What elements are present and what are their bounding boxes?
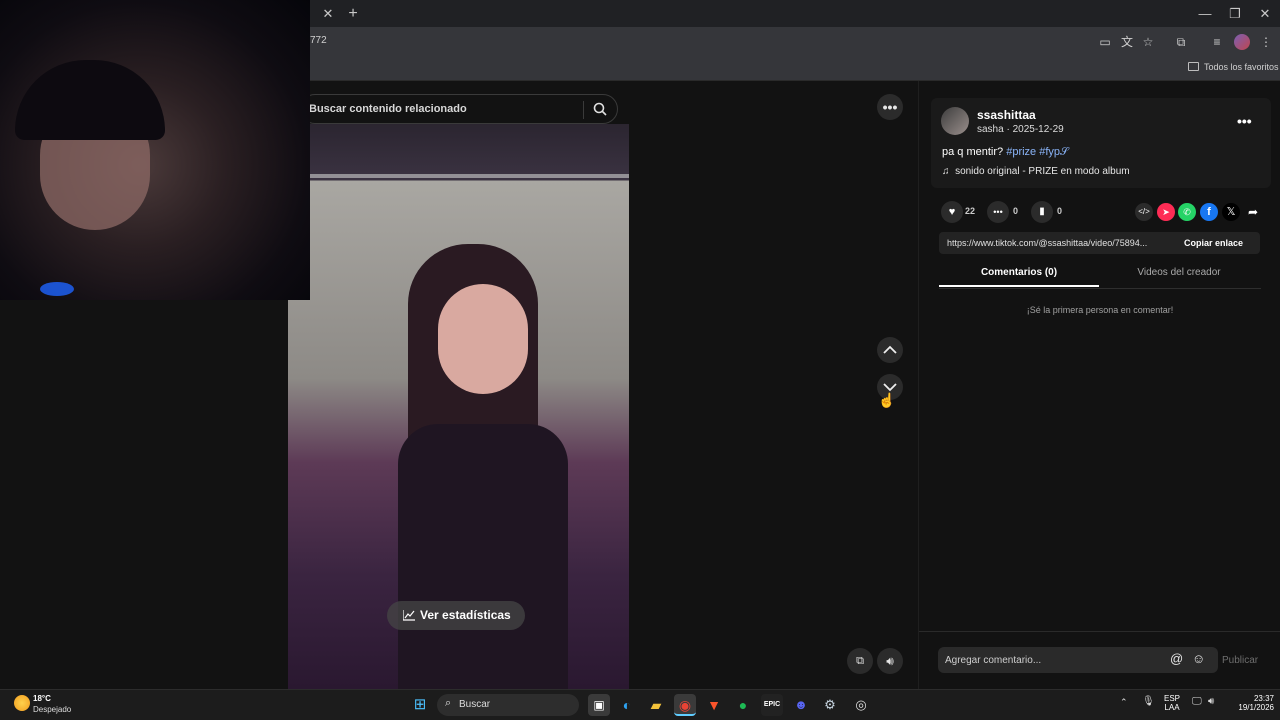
translate-icon[interactable]: 文: [1116, 31, 1138, 53]
embed-icon[interactable]: </>: [1135, 203, 1153, 221]
music-title: sonido original - PRIZE en modo album: [955, 166, 1130, 177]
video-face: [438, 284, 528, 394]
tab-comments[interactable]: Comentarios (0): [939, 267, 1099, 287]
language-layout: LAA: [1164, 703, 1180, 712]
clock[interactable]: 23:37 19/1/2026: [1226, 694, 1274, 712]
media-control-icon[interactable]: ≡: [1206, 31, 1228, 53]
all-bookmarks-link[interactable]: Todos los favoritos: [1204, 62, 1279, 72]
taskbar-search-label: Buscar: [459, 699, 491, 710]
file-explorer-icon[interactable]: ▰: [645, 694, 667, 716]
discord-icon[interactable]: ☻: [790, 694, 812, 716]
task-view-icon[interactable]: ▣: [588, 694, 610, 716]
mention-icon[interactable]: @: [1170, 651, 1183, 666]
publish-button[interactable]: Publicar: [1222, 655, 1258, 666]
like-icon[interactable]: ♥: [941, 201, 963, 223]
caption-text: pa q mentir?: [942, 146, 1004, 158]
comment-count: 0: [1013, 206, 1019, 216]
input-language[interactable]: ESP LAA: [1164, 694, 1180, 712]
search-input[interactable]: Buscar contenido relacionado: [309, 103, 467, 115]
floating-player-icon[interactable]: ⧉: [847, 648, 873, 674]
copy-link-button[interactable]: Copiar enlace: [1184, 238, 1243, 248]
whatsapp-icon[interactable]: ✆: [1178, 203, 1196, 221]
view-stats-button[interactable]: Ver estadísticas: [387, 601, 525, 630]
taskbar-search-icon: ⌕: [445, 697, 452, 709]
language-code: ESP: [1164, 694, 1181, 703]
comment-divider: [919, 631, 1280, 632]
cast-icon[interactable]: ▭: [1094, 31, 1116, 53]
share-icon[interactable]: ➦: [1244, 203, 1262, 221]
menu-kebab-icon[interactable]: ⋮: [1255, 31, 1277, 53]
creator-username[interactable]: ssashittaa: [977, 108, 1036, 122]
webcam-light: [40, 282, 74, 296]
search-icon[interactable]: [593, 102, 607, 116]
spotify-icon[interactable]: ●: [732, 694, 754, 716]
new-tab-button[interactable]: +: [340, 0, 366, 27]
copy-link-box: https://www.tiktok.com/@ssashittaa/video…: [939, 232, 1260, 254]
bookmark-star-icon[interactable]: ☆: [1137, 31, 1159, 53]
mouse-cursor-icon: ☝: [878, 392, 896, 408]
video-top: [398, 424, 568, 689]
epic-games-icon[interactable]: EPIC: [761, 694, 783, 716]
weather-icon[interactable]: [14, 695, 30, 711]
maximize-button[interactable]: ❐: [1220, 0, 1250, 27]
music-line[interactable]: ♫ sonido original - PRIZE en modo album: [942, 166, 1130, 177]
weather-desc[interactable]: Despejado: [33, 705, 71, 714]
video-wall-edge: [288, 174, 629, 178]
comment-input[interactable]: Agregar comentario...: [945, 655, 1041, 666]
tab-creator-videos[interactable]: Videos del creador: [1099, 267, 1259, 287]
view-stats-label: Ver estadísticas: [420, 608, 511, 622]
send-to-friends-icon[interactable]: ➤: [1157, 203, 1175, 221]
chart-icon: [403, 610, 415, 621]
brave-icon[interactable]: ▼: [703, 694, 725, 716]
steam-icon[interactable]: ⚙: [819, 694, 841, 716]
tray-expand-icon[interactable]: ⌃: [1120, 697, 1128, 708]
obs-icon[interactable]: ◎: [850, 694, 872, 716]
previous-video-button[interactable]: [877, 337, 903, 363]
clock-date: 19/1/2026: [1238, 703, 1274, 712]
webcam-hair: [15, 60, 165, 140]
facebook-icon[interactable]: f: [1200, 203, 1218, 221]
post-caption: pa q mentir? #prize #fyp𝒮: [942, 146, 1069, 159]
folder-icon: [1188, 62, 1199, 71]
webcam-overlay: [0, 0, 310, 300]
clock-time: 23:37: [1253, 694, 1274, 703]
network-icon[interactable]: 🖵︎: [1192, 696, 1202, 707]
comment-box[interactable]: Agregar comentario... @ ☺: [938, 647, 1218, 673]
post-options-icon[interactable]: •••: [1237, 113, 1252, 129]
search-divider: [583, 101, 584, 119]
caption-hashtags[interactable]: #prize #fyp𝒮: [1006, 146, 1068, 158]
like-count: 22: [965, 206, 976, 216]
creator-meta: sasha · 2025-12-29: [977, 124, 1064, 135]
speaker-icon[interactable]: 🔊︎: [1208, 696, 1214, 707]
weather-temp[interactable]: 18°C: [33, 694, 51, 703]
edge-icon[interactable]: ◐: [616, 694, 638, 716]
volume-icon[interactable]: 🔊︎: [877, 648, 903, 674]
close-window-button[interactable]: ✕: [1250, 0, 1280, 27]
minimize-button[interactable]: —: [1190, 0, 1220, 27]
emoji-icon[interactable]: ☺: [1192, 651, 1205, 666]
music-note-icon: ♫: [942, 166, 950, 177]
taskbar-search[interactable]: ⌕ Buscar: [437, 694, 579, 716]
windows-start-icon[interactable]: ⊞: [409, 694, 431, 716]
chrome-icon[interactable]: ◉: [674, 694, 696, 716]
video-link[interactable]: https://www.tiktok.com/@ssashittaa/video…: [947, 238, 1171, 248]
profile-avatar[interactable]: [1234, 34, 1250, 50]
x-twitter-icon[interactable]: 𝕏: [1222, 203, 1240, 221]
microphone-icon[interactable]: 🎙︎: [1142, 696, 1155, 707]
extensions-icon[interactable]: ⧉: [1170, 31, 1192, 53]
save-count: 0: [1057, 206, 1063, 216]
creator-avatar[interactable]: [941, 107, 969, 135]
details-panel: ssashittaa sasha · 2025-12-29 ••• pa q m…: [918, 81, 1280, 689]
empty-comments-message: ¡Sé la primera persona en comentar!: [1026, 305, 1174, 315]
address-bar[interactable]: 772: [310, 35, 327, 46]
related-search-bar[interactable]: Buscar contenido relacionado: [300, 94, 618, 124]
video-player[interactable]: Ver estadísticas: [288, 124, 629, 689]
tabs-divider: [939, 288, 1261, 289]
comment-icon[interactable]: •••: [987, 201, 1009, 223]
save-icon[interactable]: ▮: [1031, 201, 1053, 223]
more-options-button[interactable]: •••: [877, 94, 903, 120]
tab-close-button[interactable]: ✕: [314, 0, 342, 27]
windows-taskbar: 18°C Despejado ⊞ ⌕ Buscar ▣ ◐ ▰ ◉ ▼ ● EP…: [0, 689, 1280, 720]
